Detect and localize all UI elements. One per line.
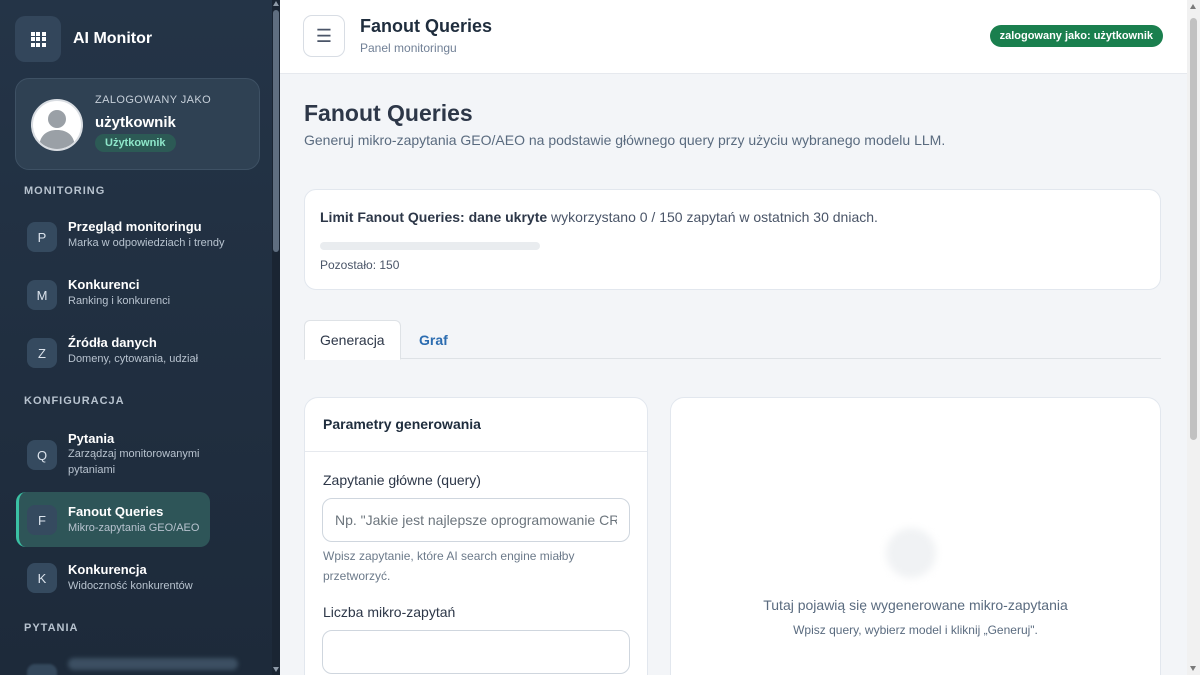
sidebar-item-title: Konkurencja: [68, 562, 147, 577]
nav-letter-icon: M: [27, 280, 57, 310]
sidebar-item-subtitle: pytaniami: [68, 464, 116, 476]
scroll-up-icon[interactable]: [1190, 4, 1196, 9]
apps-grid-icon: [15, 16, 61, 62]
sidebar-item-competition[interactable]: K Konkurencja Widoczność konkurentów: [16, 550, 236, 608]
query-input[interactable]: [322, 498, 630, 542]
page-scroll-thumb[interactable]: [1190, 18, 1197, 440]
user-name: użytkownik: [95, 114, 176, 131]
scroll-up-icon[interactable]: [273, 1, 279, 6]
brand-title: AI Monitor: [73, 30, 153, 47]
nav-letter-icon: P: [27, 222, 57, 252]
nav-letter-icon: Q: [27, 440, 57, 470]
scroll-down-icon[interactable]: [1190, 666, 1196, 671]
page-scrollbar[interactable]: [1187, 0, 1200, 675]
sidebar-item-competitors[interactable]: M Konkurenci Ranking i konkurenci: [16, 265, 236, 323]
section-title-questions: PYTANIA: [24, 622, 79, 634]
page-title: Fanout Queries: [304, 100, 473, 126]
sidebar-item-overview[interactable]: P Przegląd monitoringu Marka w odpowiedz…: [16, 207, 236, 265]
sidebar-item-subtitle: Ranking i konkurenci: [68, 295, 171, 307]
page-description: Generuj mikro-zapytania GEO/AEO na podst…: [304, 132, 946, 148]
sidebar-item-fanout-queries[interactable]: F Fanout Queries Mikro-zapytania GEO/AEO: [16, 492, 210, 547]
user-card: ZALOGOWANY JAKO użytkownik Użytkownik: [15, 78, 260, 170]
avatar: [31, 99, 83, 151]
parameters-card: Parametry generowania Zapytanie główne (…: [304, 397, 648, 675]
sidebar-item-title: Konkurenci: [68, 277, 140, 292]
user-caption: ZALOGOWANY JAKO: [95, 94, 212, 106]
sidebar-item-subtitle: Widoczność konkurentów: [68, 580, 193, 592]
header-subtitle: Panel monitoringu: [360, 41, 457, 55]
query-label: Zapytanie główne (query): [323, 472, 481, 488]
count-label: Liczba mikro-zapytań: [323, 604, 456, 620]
sidebar-item-title: Źródła danych: [68, 335, 157, 350]
user-avatar-icon: [39, 110, 75, 149]
limit-text: Limit Fanout Queries: dane ukryte wykorz…: [320, 209, 878, 225]
section-title-configuration: KONFIGURACJA: [24, 395, 125, 407]
sidebar-item-title: Przegląd monitoringu: [68, 219, 202, 234]
sidebar-scroll-thumb[interactable]: [273, 10, 279, 252]
sidebar-item-subtitle: Domeny, cytowania, udział: [68, 353, 199, 365]
sidebar-scrollbar[interactable]: [272, 0, 280, 675]
limit-label: Limit Fanout Queries: dane ukryte: [320, 209, 548, 225]
scroll-down-icon[interactable]: [273, 667, 279, 672]
brand[interactable]: AI Monitor: [15, 16, 152, 62]
tabs: Generacja Graf: [304, 320, 1161, 360]
section-title-monitoring: MONITORING: [24, 185, 106, 197]
parameters-heading: Parametry generowania: [305, 398, 647, 452]
empty-state-subtitle: Wpisz query, wybierz model i kliknij „Ge…: [793, 623, 1038, 637]
login-status-badge: zalogowany jako: użytkownik: [989, 25, 1163, 47]
blurred-item-icon: [27, 664, 57, 675]
count-input[interactable]: [322, 630, 630, 674]
query-hint: Wpisz zapytanie, które AI search engine …: [323, 549, 575, 583]
empty-state-title: Tutaj pojawią się wygenerowane mikro-zap…: [763, 597, 1068, 613]
nav-letter-icon: K: [27, 563, 57, 593]
role-badge: Użytkownik: [95, 134, 176, 152]
sidebar-item-title: Pytania: [68, 431, 115, 446]
sidebar-item-subtitle: Mikro-zapytania GEO/AEO: [68, 522, 200, 534]
sidebar-item-subtitle: Zarządzaj monitorowanymi: [68, 448, 200, 460]
hamburger-icon: ☰: [315, 25, 333, 46]
sidebar-item-questions[interactable]: Q Pytania Zarządzaj monitorowanymi pytan…: [16, 418, 236, 482]
tab-graph[interactable]: Graf: [404, 320, 463, 359]
results-card: Tutaj pojawią się wygenerowane mikro-zap…: [670, 397, 1161, 675]
limit-progress-bar: [320, 242, 540, 250]
tab-generation[interactable]: Generacja: [304, 320, 401, 360]
limit-usage: wykorzystano 0 / 150 zapytań w ostatnich…: [547, 209, 878, 225]
sidebar-item-title: Fanout Queries: [68, 504, 164, 519]
sidebar-item-data-sources[interactable]: Z Źródła danych Domeny, cytowania, udzia…: [16, 323, 236, 381]
sidebar-item-subtitle: Marka w odpowiedziach i trendy: [68, 237, 225, 249]
placeholder-icon: [886, 528, 936, 578]
blurred-question-item[interactable]: [68, 658, 238, 670]
header-title: Fanout Queries: [360, 16, 493, 36]
limit-card: Limit Fanout Queries: dane ukryte wykorz…: [304, 189, 1161, 290]
menu-toggle-button[interactable]: ☰: [303, 15, 345, 57]
nav-letter-icon: F: [27, 505, 57, 535]
sidebar: AI Monitor ZALOGOWANY JAKO użytkownik Uż…: [0, 0, 280, 675]
top-header: ☰ Fanout Queries Panel monitoringu zalog…: [280, 0, 1187, 74]
limit-remaining: Pozostało: 150: [320, 258, 400, 272]
nav-letter-icon: Z: [27, 338, 57, 368]
